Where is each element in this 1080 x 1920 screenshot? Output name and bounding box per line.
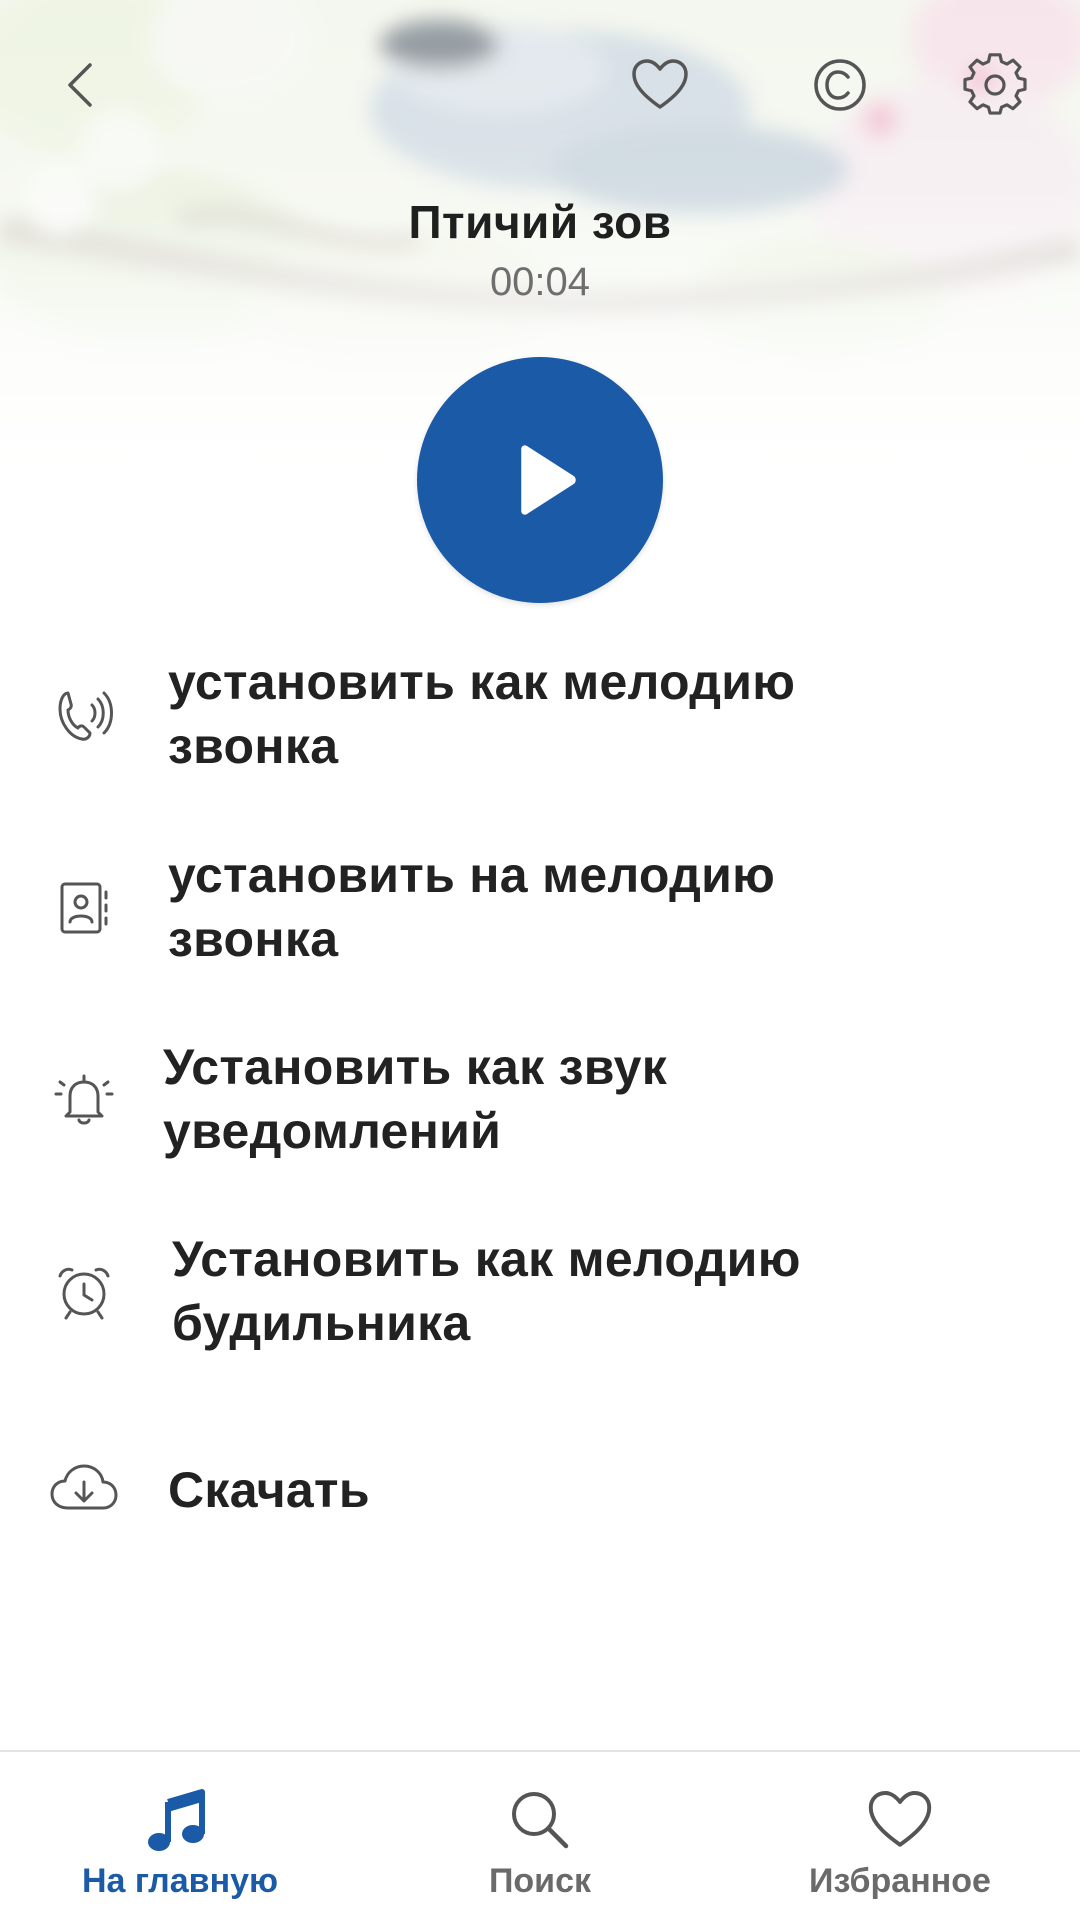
copyright-icon [814, 59, 866, 111]
set-contact-ringtone-item[interactable]: установить на мелодию звонка [0, 843, 1080, 973]
nav-icon-wrapper [500, 1780, 580, 1860]
action-icon-wrapper [44, 675, 124, 755]
nav-icon-wrapper [138, 1780, 218, 1860]
nav-icon-wrapper [860, 1780, 940, 1860]
settings-button[interactable] [955, 45, 1035, 125]
contact-card-icon [60, 882, 108, 934]
sound-duration: 00:04 [489, 260, 591, 304]
nav-favorites[interactable]: Избранное [720, 1752, 1080, 1920]
action-icon-wrapper [44, 1060, 124, 1140]
action-icon-wrapper [44, 1450, 124, 1530]
action-label: установить на мелодию звонка [168, 847, 776, 967]
bottom-navigation: На главную Поиск Избранное [0, 1750, 1080, 1920]
gear-icon [963, 53, 1027, 115]
cloud-download-icon [50, 1464, 118, 1510]
action-label: установить как мелодию звонка [168, 654, 796, 774]
set-as-ringtone-item[interactable]: установить как мелодию звонка [0, 650, 1080, 780]
nav-label: Поиск [488, 1862, 592, 1900]
action-label: Скачать [168, 1462, 370, 1518]
action-label: Установить как мелодию будильника [172, 1231, 801, 1351]
nav-search[interactable]: Поиск [360, 1752, 720, 1920]
chevron-left-icon [68, 63, 92, 107]
nav-label: На главную [81, 1862, 279, 1900]
sound-title: Птичий зов [408, 196, 672, 248]
download-item[interactable]: Скачать [0, 1440, 1080, 1540]
play-button[interactable] [417, 357, 663, 603]
set-as-notification-item[interactable]: Установить как звук уведомлений [0, 1035, 1080, 1165]
play-icon [521, 445, 576, 515]
action-icon-wrapper [44, 868, 124, 948]
favorite-button[interactable] [620, 45, 700, 125]
sound-detail-screen: Птичий зов 00:04 установить как мелодию … [0, 0, 1080, 1920]
music-note-icon [148, 1789, 205, 1851]
heart-outline-icon [632, 59, 688, 109]
copyright-button[interactable] [800, 45, 880, 125]
ringing-phone-icon [58, 691, 113, 741]
action-label: Установить как звук уведомлений [163, 1039, 668, 1159]
action-icon-wrapper [44, 1252, 124, 1332]
heart-outline-icon [868, 1791, 932, 1847]
back-button[interactable] [42, 45, 122, 125]
set-as-alarm-item[interactable]: Установить как мелодию будильника [0, 1227, 1080, 1357]
nav-label: Избранное [809, 1862, 991, 1900]
alarm-clock-icon [58, 1267, 110, 1320]
nav-home[interactable]: На главную [0, 1752, 360, 1920]
bell-icon [54, 1074, 114, 1125]
search-icon [512, 1792, 569, 1849]
